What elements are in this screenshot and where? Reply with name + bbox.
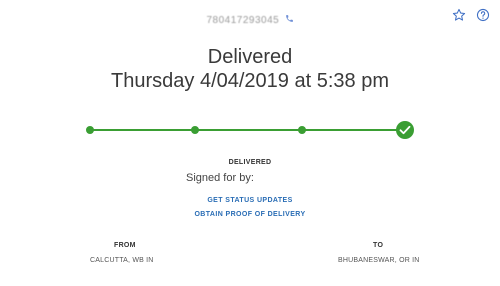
from-label: FROM [114, 242, 136, 249]
delivered-check-icon [396, 121, 414, 139]
top-right-actions [452, 8, 490, 22]
get-status-updates-link[interactable]: GET STATUS UPDATES [0, 197, 500, 204]
tracking-number-row: 780417293045 [0, 14, 500, 26]
phone-icon[interactable] [285, 15, 294, 26]
status-label: DELIVERED [228, 159, 272, 166]
progress-step-dot [86, 126, 94, 134]
star-outline-icon[interactable] [452, 8, 466, 22]
obtain-proof-of-delivery-link[interactable]: OBTAIN PROOF OF DELIVERY [0, 211, 500, 218]
delivery-date: Thursday 4/04/2019 at 5:38 pm [111, 70, 389, 92]
help-circle-icon[interactable] [476, 8, 490, 22]
to-location: BHUBANESWAR, OR IN [338, 257, 420, 264]
delivery-status-title: Delivered [207, 46, 293, 68]
delivery-progress-bar [84, 118, 414, 142]
tracking-number: 780417293045 [206, 15, 280, 26]
progress-step-dot [191, 126, 199, 134]
to-label: TO [373, 242, 384, 249]
progress-step-dot [298, 126, 306, 134]
signed-for-by-label: Signed for by: [186, 172, 254, 184]
from-location: CALCUTTA, WB IN [90, 257, 154, 264]
progress-line [90, 129, 404, 131]
